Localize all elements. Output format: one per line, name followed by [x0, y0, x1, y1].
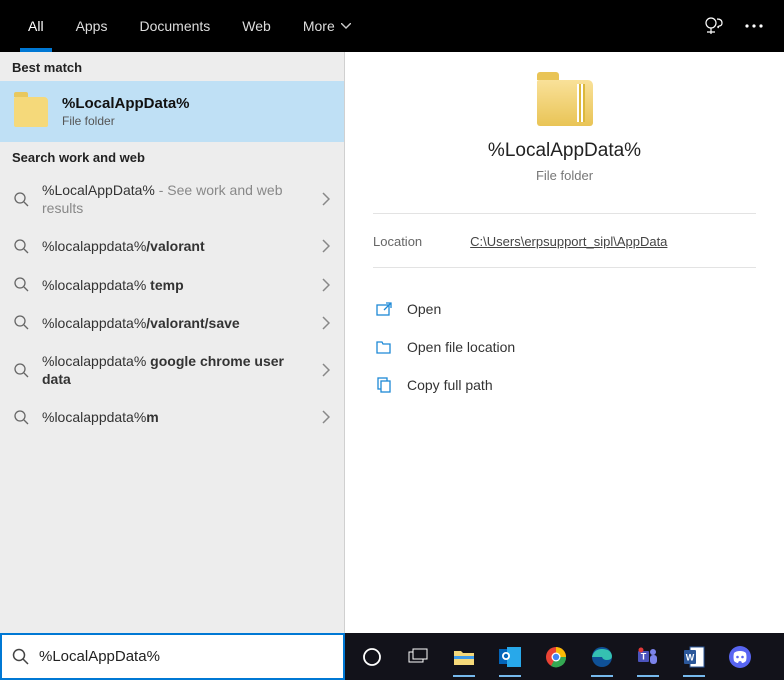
location-row: Location C:\Users\erpsupport_sipl\AppDat…	[373, 230, 756, 267]
suggestion-text: %LocalAppData% - See work and web result…	[42, 181, 310, 217]
chevron-right-icon[interactable]	[322, 363, 330, 377]
category-tabs: All Apps Documents Web More	[12, 0, 367, 52]
action-open-location-label: Open file location	[407, 339, 515, 355]
best-match-header: Best match	[0, 52, 344, 81]
main-content: Best match %LocalAppData% File folder Se…	[0, 52, 784, 633]
action-open-location[interactable]: Open file location	[373, 330, 756, 364]
folder-icon	[537, 80, 593, 126]
action-open[interactable]: Open	[373, 292, 756, 326]
search-web-header: Search work and web	[0, 142, 344, 171]
chevron-right-icon[interactable]	[322, 278, 330, 292]
tab-apps[interactable]: Apps	[60, 0, 124, 52]
suggestion-item[interactable]: %localappdata%m	[0, 398, 344, 436]
tab-more[interactable]: More	[287, 0, 367, 52]
search-icon	[14, 363, 30, 378]
taskbar-outlook[interactable]	[489, 637, 531, 677]
folder-icon	[14, 97, 48, 127]
suggestion-item[interactable]: %localappdata%/valorant/save	[0, 304, 344, 342]
svg-text:W: W	[686, 652, 695, 662]
best-match-result[interactable]: %LocalAppData% File folder	[0, 81, 344, 142]
suggestion-text: %localappdata%m	[42, 408, 310, 426]
svg-text:T: T	[641, 651, 647, 661]
search-icon	[14, 192, 30, 207]
tab-more-label: More	[303, 18, 335, 34]
search-icon	[14, 277, 30, 292]
results-panel: Best match %LocalAppData% File folder Se…	[0, 52, 345, 633]
suggestion-item[interactable]: %localappdata% google chrome user data	[0, 342, 344, 398]
action-copy-path-label: Copy full path	[407, 377, 493, 393]
taskbar-discord[interactable]	[719, 637, 761, 677]
tab-all[interactable]: All	[12, 0, 60, 52]
preview-panel: %LocalAppData% File folder Location C:\U…	[345, 52, 784, 633]
location-link[interactable]: C:\Users\erpsupport_sipl\AppData	[470, 234, 667, 249]
suggestion-item[interactable]: %LocalAppData% - See work and web result…	[0, 171, 344, 227]
taskbar-taskview[interactable]	[397, 637, 439, 677]
suggestion-item[interactable]: %localappdata%/valorant	[0, 227, 344, 265]
suggestion-text: %localappdata%/valorant/save	[42, 314, 310, 332]
preview-title: %LocalAppData%	[488, 140, 641, 162]
suggestion-text: %localappdata% google chrome user data	[42, 352, 310, 388]
divider	[373, 213, 756, 214]
preview-header: %LocalAppData% File folder	[373, 80, 756, 213]
chevron-right-icon[interactable]	[322, 316, 330, 330]
more-options-icon[interactable]	[744, 16, 764, 36]
suggestion-text: %localappdata%/valorant	[42, 237, 310, 255]
taskbar-chrome[interactable]	[535, 637, 577, 677]
search-icon	[14, 239, 30, 254]
taskbar: T W	[345, 633, 784, 680]
chevron-right-icon[interactable]	[322, 410, 330, 424]
bottom-bar: T W	[0, 633, 784, 680]
copy-icon	[375, 376, 393, 394]
search-icon	[14, 410, 30, 425]
taskbar-cortana[interactable]	[351, 637, 393, 677]
location-label: Location	[373, 234, 422, 249]
suggestion-item[interactable]: %localappdata% temp	[0, 266, 344, 304]
chevron-right-icon[interactable]	[322, 239, 330, 253]
taskbar-word[interactable]: W	[673, 637, 715, 677]
open-icon	[375, 300, 393, 318]
best-match-text: %LocalAppData% File folder	[62, 95, 190, 128]
best-match-title: %LocalAppData%	[62, 95, 190, 112]
tab-web[interactable]: Web	[226, 0, 287, 52]
feedback-icon[interactable]	[704, 16, 724, 36]
topbar-right	[704, 16, 772, 36]
action-open-label: Open	[407, 301, 441, 317]
search-input[interactable]	[39, 648, 333, 665]
action-copy-path[interactable]: Copy full path	[373, 368, 756, 402]
best-match-subtitle: File folder	[62, 114, 190, 128]
actions-list: Open Open file location Copy full path	[373, 292, 756, 402]
search-box[interactable]	[0, 633, 345, 680]
folder-open-icon	[375, 338, 393, 356]
search-icon	[12, 648, 29, 665]
search-category-bar: All Apps Documents Web More	[0, 0, 784, 52]
chevron-down-icon	[341, 23, 351, 29]
search-icon	[14, 315, 30, 330]
taskbar-explorer[interactable]	[443, 637, 485, 677]
taskbar-teams[interactable]: T	[627, 637, 669, 677]
chevron-right-icon[interactable]	[322, 192, 330, 206]
tab-documents[interactable]: Documents	[123, 0, 226, 52]
taskbar-edge[interactable]	[581, 637, 623, 677]
preview-subtitle: File folder	[536, 168, 593, 183]
divider	[373, 267, 756, 268]
suggestion-text: %localappdata% temp	[42, 276, 310, 294]
